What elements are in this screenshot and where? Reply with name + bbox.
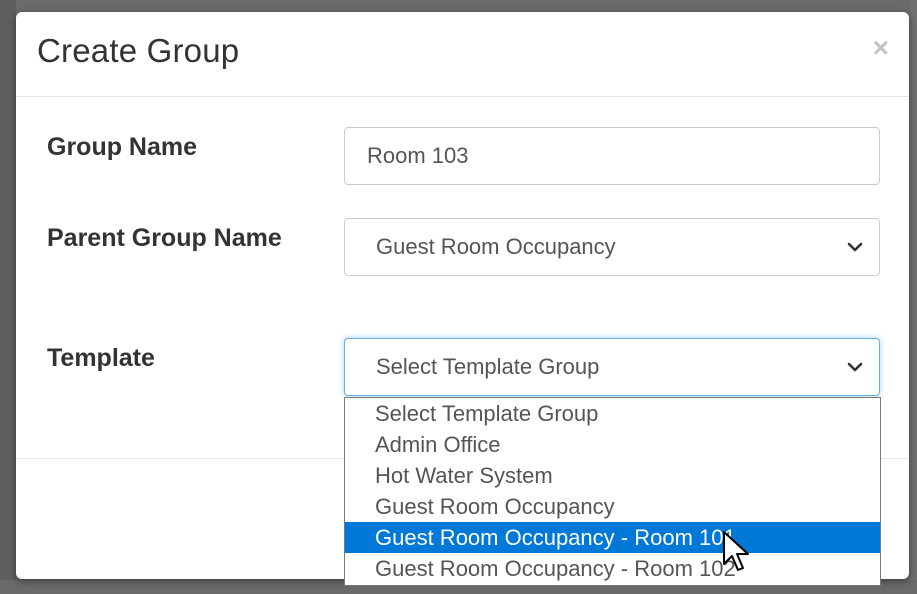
chevron-down-icon [847,362,863,372]
template-selected-value: Select Template Group [376,354,600,379]
dialog-header: Create Group × [16,12,909,97]
dropdown-option[interactable]: Guest Room Occupancy - Room 102 [345,553,880,584]
backdrop-left-edge [0,0,16,594]
parent-group-select[interactable]: Guest Room Occupancy [344,218,880,276]
parent-group-selected-value: Guest Room Occupancy [376,234,616,259]
mouse-pointer-icon [723,531,749,571]
dropdown-option-highlighted[interactable]: Guest Room Occupancy - Room 101 [345,522,880,553]
template-dropdown-list: Select Template Group Admin Office Hot W… [344,397,881,586]
backdrop-right-edge [910,0,917,594]
dropdown-option[interactable]: Guest Room Occupancy [345,491,880,522]
parent-group-name-label: Parent Group Name [47,224,282,252]
dropdown-option[interactable]: Hot Water System [345,460,880,491]
dropdown-option[interactable]: Admin Office [345,429,880,460]
group-name-label: Group Name [47,133,198,161]
group-name-input[interactable] [344,127,880,185]
dialog-title: Create Group [37,32,240,69]
chevron-down-icon [847,242,863,252]
template-label: Template [47,344,155,372]
template-select[interactable]: Select Template Group [344,338,880,396]
dropdown-option[interactable]: Select Template Group [345,398,880,429]
close-icon[interactable]: × [873,34,889,62]
